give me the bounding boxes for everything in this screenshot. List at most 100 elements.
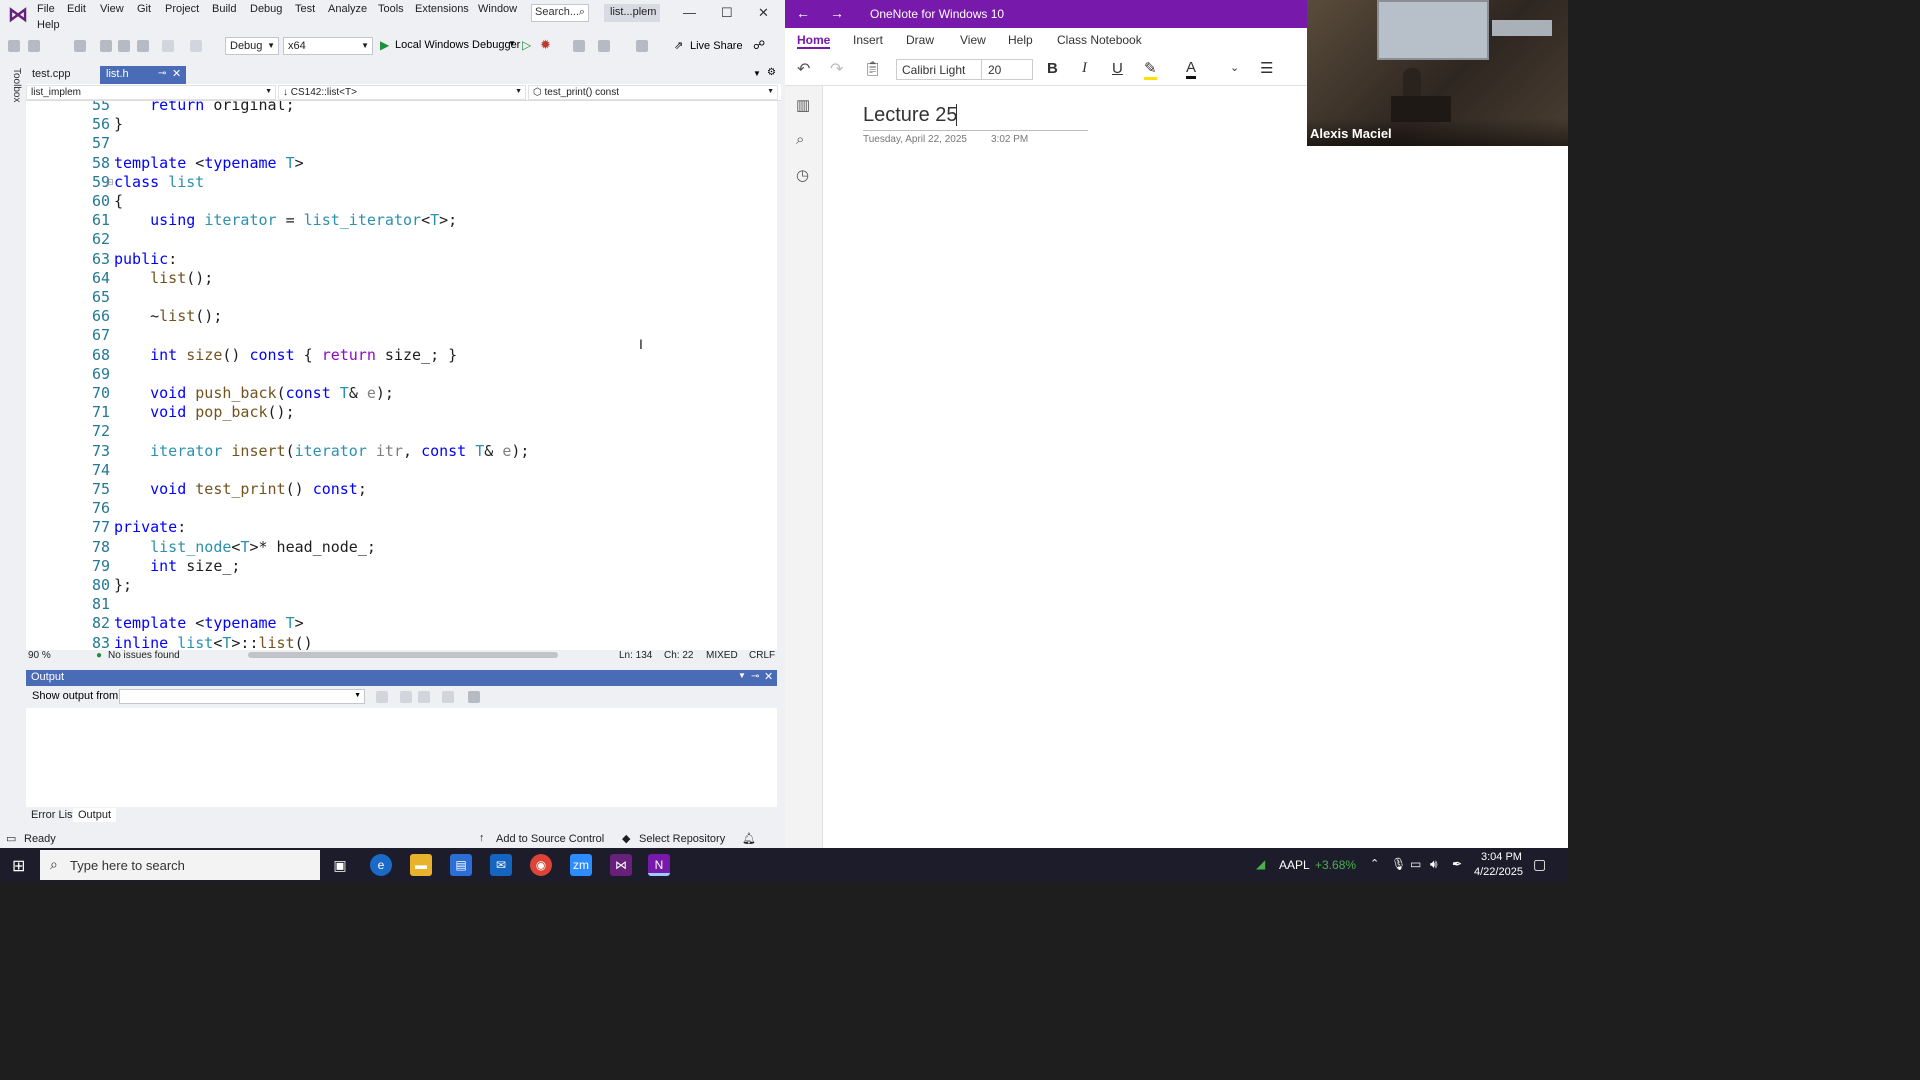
zoom-level[interactable]: 90 %	[28, 650, 51, 661]
layout-icon[interactable]	[598, 40, 610, 52]
undo-icon[interactable]: ↶	[797, 59, 810, 79]
clock-date[interactable]: 4/22/2025	[1474, 866, 1523, 878]
mail-icon[interactable]: ✉	[490, 854, 512, 876]
menu-extensions[interactable]: Extensions	[415, 3, 469, 15]
bell-icon[interactable]: 🔔︎	[742, 832, 756, 845]
menu-window[interactable]: Window	[478, 3, 517, 15]
tab-help[interactable]: Help	[1008, 33, 1033, 47]
word-wrap-icon[interactable]	[468, 691, 480, 703]
bullet-list-icon[interactable]: ☰	[1260, 59, 1273, 77]
browse-icon[interactable]	[573, 40, 585, 52]
menu-edit[interactable]: Edit	[67, 3, 86, 15]
step-icon[interactable]	[636, 40, 648, 52]
visual-studio-logo-icon[interactable]: ⋈	[8, 5, 30, 25]
clock-time[interactable]: 3:04 PM	[1481, 851, 1522, 863]
network-icon[interactable]: ▭	[1410, 857, 1421, 871]
vs-search-box[interactable]: Search... ⌕	[531, 4, 589, 22]
menu-analyze[interactable]: Analyze	[328, 3, 367, 15]
store-icon[interactable]: ▤	[450, 854, 472, 876]
clipboard-icon[interactable]: 📋︎	[864, 60, 882, 77]
horizontal-scrollbar[interactable]	[248, 652, 558, 658]
volume-icon[interactable]: 🔊︎	[1430, 857, 1438, 872]
font-size-field[interactable]: 20	[981, 59, 1033, 80]
new-project-icon[interactable]	[74, 40, 86, 52]
open-folder-icon[interactable]	[100, 40, 112, 52]
next-icon[interactable]	[418, 691, 430, 703]
redo-icon[interactable]: ↷	[830, 59, 843, 79]
code-editor[interactable]: 55 return original; 56} 57 58 template <t…	[26, 101, 777, 650]
tab-view[interactable]: View	[960, 33, 986, 47]
select-repository-button[interactable]: Select Repository	[639, 833, 725, 845]
tab-home[interactable]: Home	[797, 33, 831, 49]
feedback-icon[interactable]: ☍	[753, 38, 765, 52]
onenote-taskbar-icon[interactable]: N	[648, 854, 670, 876]
tab-class-notebook[interactable]: Class Notebook	[1057, 33, 1142, 47]
menu-git[interactable]: Git	[137, 3, 151, 15]
chevron-down-icon[interactable]: ⌄	[1230, 61, 1239, 74]
live-share-button[interactable]: Live Share	[690, 40, 743, 52]
pin-icon[interactable]: ⊸	[158, 68, 166, 79]
notifications-icon[interactable]: ▢	[1533, 856, 1546, 873]
visual-studio-taskbar-icon[interactable]: ⋈	[610, 854, 632, 876]
debugger-button[interactable]: Local Windows Debugger	[395, 39, 520, 51]
edge-icon[interactable]: e	[370, 854, 392, 876]
recent-icon[interactable]: ◷	[796, 166, 809, 184]
forward-arrow-icon[interactable]: →	[830, 5, 844, 21]
project-dropdown[interactable]: list_implem ▼	[26, 85, 276, 100]
bold-icon[interactable]: B	[1047, 60, 1058, 77]
task-view-icon[interactable]: ▣	[329, 854, 351, 876]
redo-icon[interactable]	[190, 40, 202, 52]
output-source-dropdown[interactable]: ▼	[119, 689, 365, 704]
hot-reload-icon[interactable]: ✹	[540, 37, 551, 53]
menu-build[interactable]: Build	[212, 3, 236, 15]
chevron-down-icon[interactable]: ▼	[508, 39, 516, 48]
zoom-icon[interactable]: zm	[570, 854, 592, 876]
find-icon[interactable]	[376, 691, 388, 703]
tab-draw[interactable]: Draw	[906, 33, 934, 47]
tab-insert[interactable]: Insert	[853, 33, 883, 47]
taskbar-search-box[interactable]: ⌕ Type here to search	[40, 850, 320, 880]
menu-test[interactable]: Test	[295, 3, 315, 15]
prev-icon[interactable]	[400, 691, 412, 703]
search-icon[interactable]: ⌕	[796, 131, 804, 148]
notebooks-icon[interactable]: ▥	[796, 96, 810, 114]
tab-overflow-icon[interactable]: ▼	[753, 69, 761, 78]
menu-help[interactable]: Help	[37, 19, 60, 31]
add-source-control-button[interactable]: Add to Source Control	[496, 833, 604, 845]
save-icon[interactable]	[118, 40, 130, 52]
font-color-icon[interactable]: A	[1186, 59, 1197, 79]
tab-output[interactable]: Output	[73, 808, 117, 822]
close-tab-icon[interactable]: ✕	[172, 67, 181, 80]
underline-icon[interactable]: U	[1112, 60, 1123, 77]
share-icon[interactable]: ⇗	[674, 39, 683, 52]
line-ending[interactable]: CRLF	[749, 650, 775, 661]
font-name-field[interactable]: Calibri Light	[896, 59, 982, 80]
back-icon[interactable]	[8, 40, 20, 52]
panel-menu-icon[interactable]: ▼	[738, 671, 746, 680]
maximize-icon[interactable]: ☐	[721, 5, 733, 21]
tab-test-cpp[interactable]: test.cpp	[26, 66, 98, 84]
solution-name-badge[interactable]: list...plem	[604, 4, 660, 22]
menu-debug[interactable]: Debug	[250, 3, 282, 15]
close-panel-icon[interactable]: ✕	[764, 670, 773, 683]
clear-all-icon[interactable]	[442, 691, 454, 703]
windows-start-icon[interactable]: ⊞	[12, 856, 25, 876]
tray-expand-icon[interactable]: ⌃	[1370, 857, 1379, 870]
file-explorer-icon[interactable]: ▬	[410, 854, 432, 876]
menu-project[interactable]: Project	[165, 3, 199, 15]
save-all-icon[interactable]	[137, 40, 149, 52]
line-ending-mode[interactable]: MIXED	[706, 650, 738, 661]
highlighter-icon[interactable]: ✎	[1144, 59, 1157, 80]
pin-icon[interactable]: ⊸	[751, 671, 759, 682]
gear-icon[interactable]: ⚙	[767, 67, 776, 78]
back-arrow-icon[interactable]: ←	[796, 5, 810, 21]
stock-symbol[interactable]: AAPL	[1279, 858, 1310, 872]
chrome-icon[interactable]: ◉	[530, 854, 552, 876]
minimize-icon[interactable]: —	[683, 5, 696, 20]
menu-file[interactable]: File	[37, 3, 55, 15]
member-dropdown[interactable]: ⬡ test_print() const ▼	[528, 85, 778, 100]
start-without-debug-icon[interactable]: ▷	[522, 38, 531, 52]
undo-icon[interactable]	[162, 40, 174, 52]
config-dropdown[interactable]: Debug ▼	[225, 37, 279, 55]
close-icon[interactable]: ✕	[758, 5, 769, 21]
